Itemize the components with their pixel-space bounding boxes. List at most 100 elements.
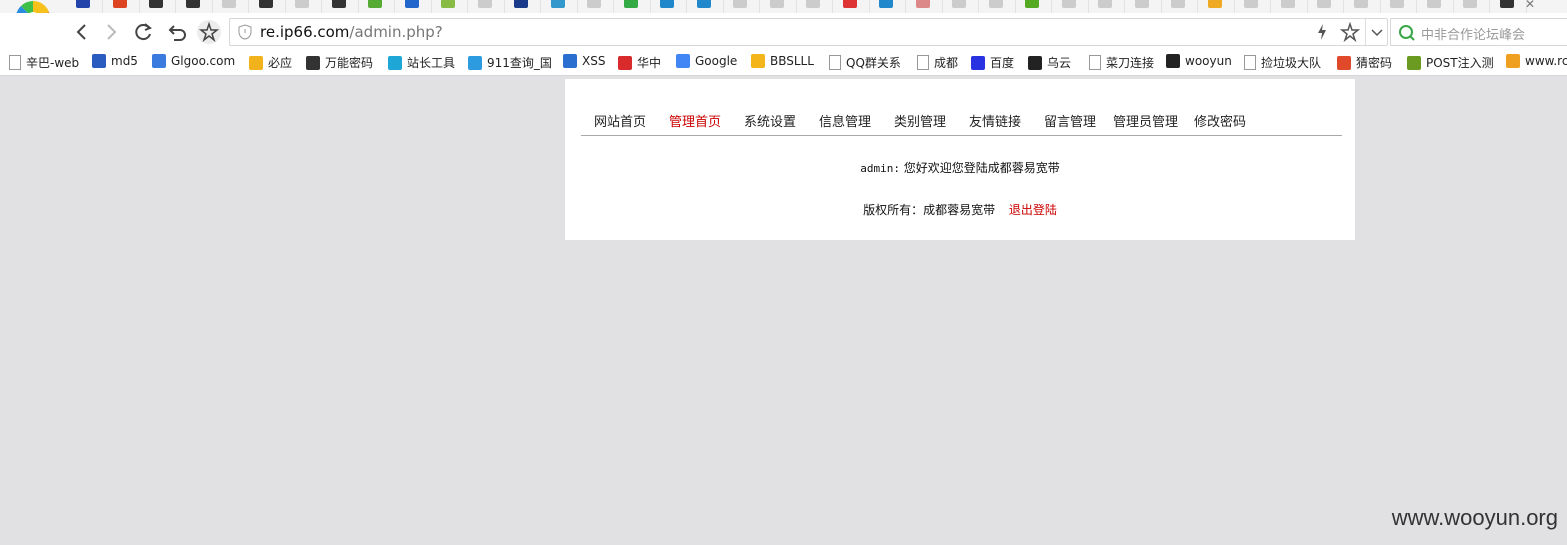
browser-tab[interactable] [906,0,943,13]
browser-tab[interactable] [1453,0,1490,13]
bookmark-item[interactable]: 乌云 [1028,54,1071,71]
browser-tab[interactable] [723,0,760,13]
browser-tab[interactable] [979,0,1016,13]
url-path: /admin.php? [349,23,443,41]
browser-tab[interactable] [358,0,395,13]
menu-item[interactable]: 留言管理 [1044,111,1096,130]
bookmark-item[interactable]: 万能密码 [306,54,373,71]
browser-tab[interactable] [103,0,140,13]
menu-item[interactable]: 管理首页 [669,111,721,130]
search-box[interactable]: 中非合作论坛峰会 [1390,18,1567,46]
tab-favicon-icon [1317,0,1331,8]
browser-tab[interactable] [1417,0,1454,13]
tab-favicon-icon [1244,0,1258,8]
browser-tab[interactable] [614,0,651,13]
menu-item[interactable]: 类别管理 [894,111,946,130]
menu-item[interactable]: 信息管理 [819,111,871,130]
page-icon [1089,55,1101,70]
search-input[interactable]: 中非合作论坛峰会 [1421,24,1525,43]
bookmark-item[interactable]: QQ群关系 [829,54,901,71]
bookmark-label: QQ群关系 [846,56,901,70]
bookmark-item[interactable]: XSS [563,54,605,71]
bookmark-item[interactable]: 站长工具 [388,54,455,71]
browser-tab[interactable] [760,0,797,13]
browser-tab[interactable] [431,0,468,13]
bookmark-item[interactable]: Google [676,54,737,71]
bookmark-item[interactable]: 猜密码 [1337,54,1392,71]
browser-tab[interactable] [577,0,614,13]
browser-tab[interactable] [1307,0,1344,13]
browser-tab[interactable] [504,0,541,13]
menu-item[interactable]: 系统设置 [744,111,796,130]
bookmark-item[interactable]: wooyun [1166,54,1232,71]
reload-icon[interactable] [130,19,156,45]
admin-page: 网站首页 管理首页 系统设置 信息管理 类别管理 友情链接 留言管理 管理员管理 修改密码 ad… [565,79,1355,240]
browser-tab[interactable] [1125,0,1162,13]
browser-tab[interactable] [139,0,176,13]
logout-link[interactable]: 退出登陆 [1009,203,1057,217]
browser-tab[interactable] [1161,0,1198,13]
bookmark-item[interactable]: 必应 [249,54,292,71]
browser-tab[interactable] [650,0,687,13]
bookmark-star-icon[interactable] [196,19,222,45]
browser-tab[interactable] [395,0,432,13]
bookmark-item[interactable]: 成都 [917,54,958,71]
url-text[interactable]: re.ip66.com/admin.php? [260,23,443,41]
browser-tab[interactable] [322,0,359,13]
chevron-down-icon[interactable] [1369,23,1385,45]
favorite-star-icon[interactable] [1339,21,1361,46]
browser-tab[interactable] [1344,0,1381,13]
browser-tab[interactable] [796,0,833,13]
wooyun-icon [1166,54,1180,68]
browser-tab[interactable] [869,0,906,13]
cloud-icon [618,56,632,70]
bookmark-item[interactable]: Glgoo.com [152,54,235,71]
browser-tab[interactable] [1380,0,1417,13]
bookmark-item[interactable]: 捡垃圾大队 [1244,54,1321,71]
browser-tab[interactable] [285,0,322,13]
tab-favicon-icon [550,0,565,8]
tab-favicon-icon [76,0,90,8]
menu-item[interactable]: 网站首页 [594,111,646,130]
browser-tab[interactable] [942,0,979,13]
menu-item[interactable]: 修改密码 [1194,111,1246,130]
bookmark-label: 捡垃圾大队 [1261,56,1322,70]
forward-arrow-icon[interactable] [98,19,124,45]
bookmark-item[interactable]: 华中 [618,54,661,71]
tab-favicon-icon [879,0,893,8]
bookmark-item[interactable]: 辛巴-web [9,54,79,71]
browser-tab[interactable] [541,0,578,13]
tab-favicon-icon [112,0,127,8]
bookmark-item[interactable]: POST注入测 [1407,54,1494,71]
browser-tab[interactable] [1088,0,1125,13]
chinaz-icon [388,56,402,70]
browser-tab[interactable] [1490,0,1527,13]
browser-tab[interactable] [833,0,870,13]
browser-tab[interactable] [468,0,505,13]
browser-tab[interactable] [212,0,249,13]
back-arrow-icon[interactable] [69,19,95,45]
browser-tab[interactable] [66,0,103,13]
bookmark-item[interactable]: BBSLLL [751,54,814,71]
bookmark-item[interactable]: md5 [92,54,138,71]
close-icon[interactable]: ✕ [1525,0,1535,11]
bookmark-item[interactable]: www.rc [1506,54,1567,71]
browser-tab[interactable] [176,0,213,13]
bookmark-item[interactable]: 百度 [971,54,1014,71]
browser-tab[interactable] [1234,0,1271,13]
bookmark-item[interactable]: 菜刀连接 [1089,54,1154,71]
bookmark-item[interactable]: 911查询_国 [468,54,552,71]
address-bar[interactable]: re.ip66.com/admin.php? [229,18,1388,46]
browser-tab[interactable] [1271,0,1308,13]
menu-item[interactable]: 友情链接 [969,111,1021,130]
undo-icon[interactable] [163,19,189,45]
browser-tab[interactable] [1052,0,1089,13]
menu-item[interactable]: 管理员管理 [1113,111,1178,130]
browser-tab[interactable] [249,0,286,13]
browser-tab[interactable] [687,0,724,13]
pma-icon [1506,54,1520,68]
tab-favicon-icon [623,0,638,8]
browser-tab[interactable] [1198,0,1235,13]
browser-tab[interactable] [1015,0,1052,13]
lightning-icon[interactable] [1316,23,1328,45]
